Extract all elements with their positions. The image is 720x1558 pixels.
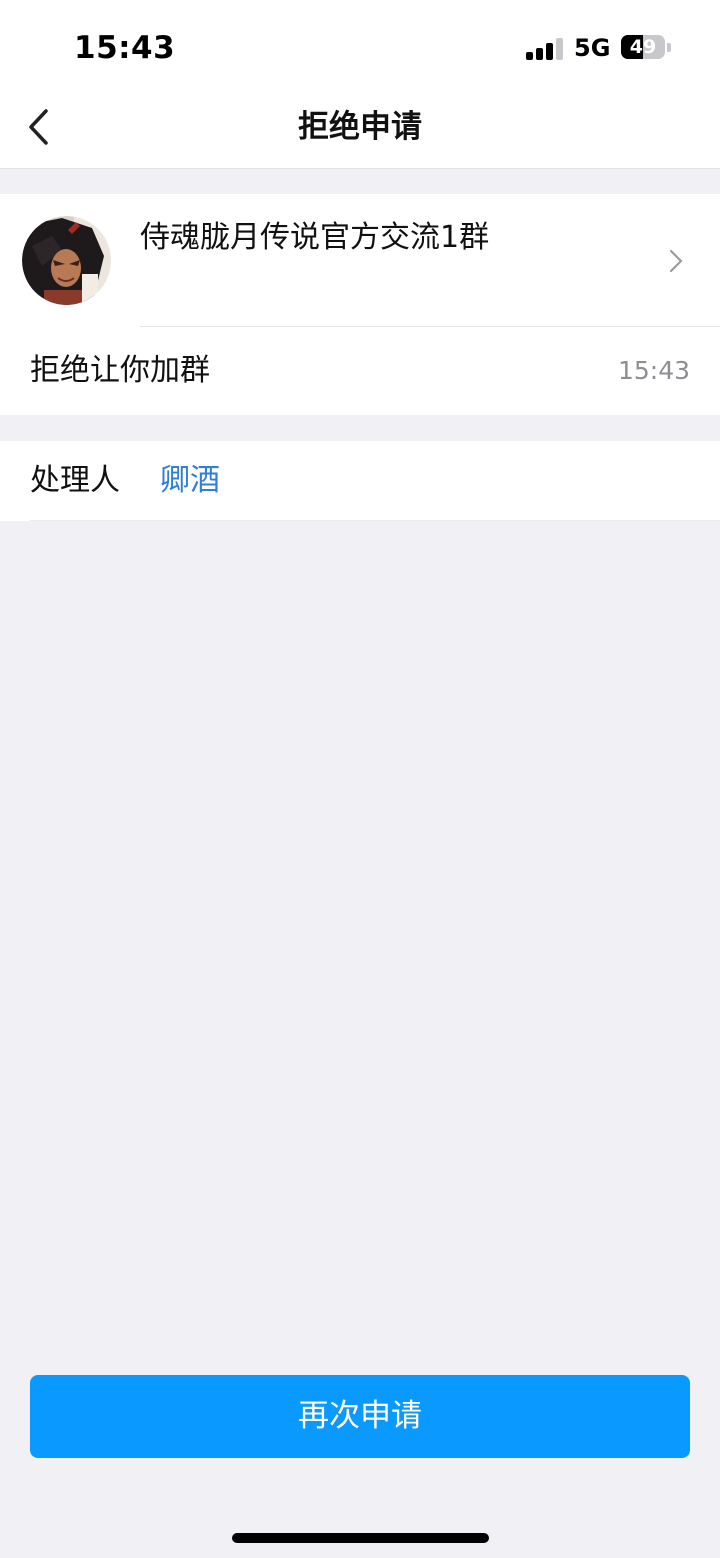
request-status-row: 拒绝让你加群 15:43 <box>0 327 720 415</box>
handler-name-link[interactable]: 卿酒 <box>160 461 220 501</box>
battery-icon: 49 <box>621 35 665 59</box>
cellular-signal-icon <box>526 36 564 60</box>
back-button[interactable] <box>16 98 72 158</box>
page-title: 拒绝申请 <box>298 109 422 145</box>
network-type: 5G <box>574 34 611 62</box>
chevron-right-icon <box>669 249 683 273</box>
nav-bar: 拒绝申请 <box>0 88 720 169</box>
request-timestamp: 15:43 <box>617 356 690 385</box>
request-status-text: 拒绝让你加群 <box>30 353 210 388</box>
battery-tip <box>667 43 671 52</box>
battery-level: 49 <box>629 36 657 58</box>
group-card: 侍魂胧月传说官方交流1群 拒绝让你加群 15:43 <box>0 194 720 415</box>
home-indicator[interactable] <box>232 1533 489 1543</box>
handler-row: 处理人 卿酒 <box>0 441 720 521</box>
chevron-left-icon <box>29 109 48 145</box>
group-name: 侍魂胧月传说官方交流1群 <box>140 220 490 255</box>
status-bar: 15:43 5G 49 <box>0 0 720 88</box>
group-info-row[interactable]: 侍魂胧月传说官方交流1群 <box>0 194 720 326</box>
group-avatar <box>22 216 111 305</box>
divider <box>30 520 720 521</box>
status-time: 15:43 <box>74 30 176 66</box>
reapply-button[interactable]: 再次申请 <box>30 1375 690 1458</box>
handler-label: 处理人 <box>30 463 120 498</box>
